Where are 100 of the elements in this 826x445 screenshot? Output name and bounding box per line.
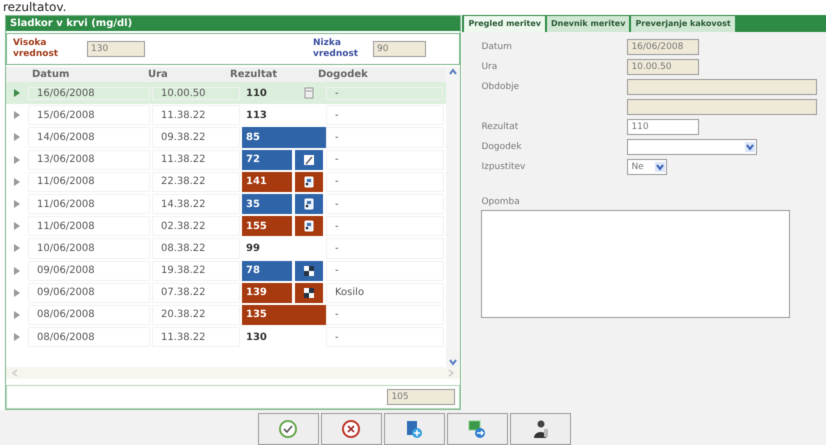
result-cell-text: 130	[245, 330, 268, 345]
scroll-left-icon[interactable]	[10, 368, 20, 378]
table-cell: Kosilo	[326, 282, 444, 303]
result-cell: 139	[242, 282, 292, 303]
field-label: Rezultat	[481, 122, 520, 132]
table-cell: 11/06/2008	[28, 194, 150, 214]
result-cell: 155	[242, 216, 292, 236]
row-arrow-icon	[14, 288, 20, 297]
column-header[interactable]: Rezultat	[226, 67, 314, 82]
field-label: Ura	[481, 62, 498, 72]
row-arrow-icon	[14, 266, 20, 275]
table-cell: 07.38.22	[152, 282, 240, 303]
table-cell: 11.38.22	[152, 105, 240, 126]
table-cell: -	[326, 150, 444, 170]
table-cell: 10/06/2008	[28, 238, 150, 258]
field-label: Datum	[481, 42, 513, 52]
table-row[interactable]: 11/06/2008 22.38.22 141 -	[6, 170, 446, 193]
input-field[interactable]: 10.00.50	[627, 59, 700, 75]
caret-icon	[745, 142, 756, 152]
input-field[interactable]: 110	[627, 119, 700, 135]
table-cell: 11/06/2008	[28, 216, 150, 236]
vertical-scrollbar[interactable]	[446, 67, 460, 367]
table-cell: 09.38.22	[152, 127, 240, 148]
table-cell: -	[326, 172, 444, 192]
table-row[interactable]: 08/06/2008 20.38.22 135 -	[6, 304, 446, 326]
table-row[interactable]: 11/06/2008 02.38.22 155 -	[6, 215, 446, 238]
table-cell: -	[326, 216, 444, 236]
table-cell: 09/06/2008	[28, 260, 150, 281]
input-field[interactable]	[627, 99, 818, 115]
panel-title: Sladkor v krvi (mg/dl)	[6, 16, 460, 31]
input-field[interactable]	[627, 79, 818, 95]
threshold-field[interactable]: 130	[87, 41, 145, 57]
grid-icon	[303, 286, 315, 299]
table-cell: -	[326, 238, 444, 258]
table-cell: 08/06/2008	[28, 304, 150, 326]
result-cell-text: 110	[245, 87, 268, 100]
table-row[interactable]: 14/06/2008 09.38.22 85 -	[6, 126, 446, 149]
table-cell: 13/06/2008	[28, 150, 150, 170]
field-label: Opomba	[481, 197, 521, 207]
note-field[interactable]	[481, 210, 790, 318]
table-cell: 08.38.22	[152, 238, 240, 258]
tab[interactable]: Dnevnik meritev	[547, 16, 630, 32]
dropdown[interactable]	[627, 139, 758, 155]
table-row[interactable]: 11/06/2008 14.38.22 35 -	[6, 192, 446, 216]
row-arrow-icon	[14, 156, 20, 164]
scroll-down-icon[interactable]	[448, 357, 458, 367]
average-field[interactable]: 105	[387, 389, 456, 405]
table-cell: 20.38.22	[152, 304, 240, 326]
toolbar-button[interactable]	[510, 413, 570, 445]
table-cell: 14/06/2008	[28, 127, 150, 148]
scroll-up-icon[interactable]	[448, 67, 458, 77]
tab[interactable]: Preverjanje kakovost	[631, 16, 735, 32]
table-row[interactable]: 10/06/2008 08.38.22 99 -	[6, 237, 446, 260]
threshold-field[interactable]: 90	[373, 41, 426, 57]
dropdown[interactable]: Ne	[627, 159, 668, 175]
table-row[interactable]: 13/06/2008 11.38.22 72 -	[6, 148, 446, 171]
toolbar-button[interactable]	[320, 413, 382, 445]
row-arrow-icon	[14, 89, 20, 98]
table-cell: 16/06/2008	[28, 86, 150, 100]
meter-icon	[303, 198, 315, 210]
row-arrow-icon	[14, 133, 20, 142]
table-cell: 10.00.50	[152, 86, 240, 100]
row-arrow-icon	[14, 111, 20, 120]
table-row[interactable]: 08/06/2008 11.38.22 130 -	[6, 326, 446, 348]
table-cell: 14.38.22	[152, 194, 240, 214]
cancel-icon	[341, 419, 361, 439]
result-cell: 135	[242, 304, 326, 326]
table-cell: -	[326, 260, 444, 281]
threshold-label: Visoka vrednost	[12, 38, 60, 60]
row-arrow-icon	[14, 244, 20, 252]
table-row[interactable]: 16/06/2008 10.00.50 110 -	[6, 82, 446, 104]
input-field[interactable]: 16/06/2008	[627, 39, 700, 55]
monitor-icon	[467, 419, 487, 439]
table-cell: -	[326, 105, 444, 126]
horizontal-scrollbar[interactable]	[6, 367, 460, 379]
result-cell: 72	[242, 150, 292, 170]
table-cell: -	[326, 86, 444, 100]
table-cell: 02.38.22	[152, 216, 240, 236]
column-header[interactable]: Ura	[144, 67, 226, 82]
table-row[interactable]: 15/06/2008 11.38.22 113 -	[6, 104, 446, 126]
result-cell: 78	[242, 260, 292, 281]
table-cell: -	[326, 304, 444, 326]
field-label: Izpustitev	[481, 162, 526, 172]
caret-icon	[655, 162, 666, 172]
table-cell: 09/06/2008	[28, 282, 150, 303]
field-label: Dogodek	[481, 142, 523, 152]
note-icon	[303, 87, 315, 100]
table-cell: 11.38.22	[152, 150, 240, 170]
column-header[interactable]: Dogodek	[314, 67, 446, 82]
table-row[interactable]: 09/06/2008 07.38.22 139 Kosilo	[6, 282, 446, 304]
scroll-right-icon[interactable]	[446, 368, 456, 378]
row-arrow-icon	[14, 178, 20, 186]
field-label: Obdobje	[481, 82, 520, 92]
meter-icon	[303, 220, 315, 232]
row-arrow-icon	[14, 310, 20, 319]
tab[interactable]: Pregled meritev	[464, 16, 545, 32]
table-row[interactable]: 09/06/2008 19.38.22 78 -	[6, 260, 446, 282]
row-arrow-icon	[14, 200, 20, 208]
column-header[interactable]: Datum	[28, 67, 144, 82]
table-cell: 11/06/2008	[28, 172, 150, 192]
